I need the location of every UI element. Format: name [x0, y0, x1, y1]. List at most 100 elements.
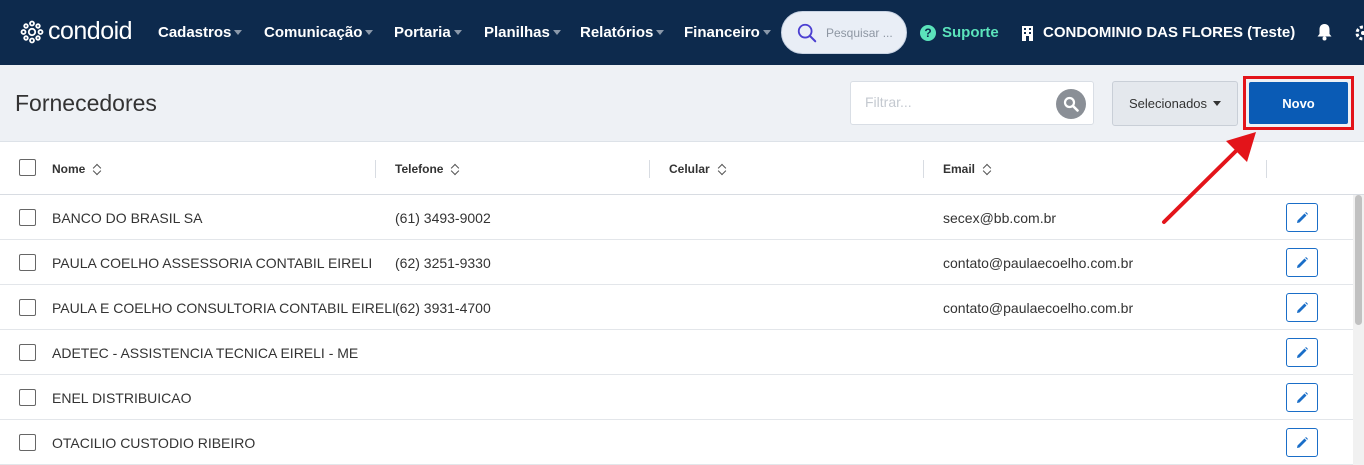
table-row[interactable]: PAULA COELHO ASSESSORIA CONTABIL EIRELI …: [0, 240, 1353, 285]
condominium-name: CONDOMINIO DAS FLORES (Teste): [1043, 24, 1296, 41]
edit-button[interactable]: [1286, 293, 1318, 322]
caret-down-icon: [365, 30, 374, 35]
nav-comunicacao[interactable]: Comunicação: [264, 0, 374, 65]
cell-email: contato@paulaecoelho.com.br: [943, 299, 1134, 316]
global-search[interactable]: [781, 11, 907, 54]
new-button-label: Novo: [1282, 95, 1315, 111]
column-header-celular[interactable]: Celular: [669, 142, 726, 195]
search-icon: [797, 23, 817, 42]
sort-icon: [718, 163, 726, 175]
column-label: Email: [943, 161, 976, 176]
page-header: Fornecedores Selecionados Novo: [0, 65, 1364, 142]
scrollbar-thumb[interactable]: [1355, 195, 1362, 325]
new-supplier-button[interactable]: Novo: [1249, 82, 1348, 124]
column-header-telefone[interactable]: Telefone: [395, 142, 459, 195]
cell-telefone: (62) 3251-9330: [395, 254, 491, 271]
edit-button[interactable]: [1286, 338, 1318, 367]
edit-button[interactable]: [1286, 428, 1318, 457]
row-checkbox[interactable]: [19, 254, 36, 271]
caret-down-icon: [1213, 101, 1222, 106]
column-header-nome[interactable]: Nome: [52, 142, 101, 195]
nav-planilhas[interactable]: Planilhas: [484, 0, 561, 65]
table-row[interactable]: ENEL DISTRIBUICAO: [0, 375, 1353, 420]
cell-email: contato@paulaecoelho.com.br: [943, 254, 1134, 271]
edit-button[interactable]: [1286, 383, 1318, 412]
table-row[interactable]: ADETEC - ASSISTENCIA TECNICA EIRELI - ME: [0, 330, 1353, 375]
nav-relatorios[interactable]: Relatórios: [580, 0, 665, 65]
cell-nome: BANCO DO BRASIL SA: [52, 209, 203, 226]
cell-telefone: (62) 3931-4700: [395, 299, 491, 316]
column-header-email[interactable]: Email: [943, 142, 991, 195]
sort-icon: [451, 163, 459, 175]
column-divider: [923, 160, 924, 178]
nav-portaria[interactable]: Portaria: [394, 0, 462, 65]
filter-box: [850, 81, 1094, 125]
row-checkbox[interactable]: [19, 299, 36, 316]
nav-financeiro[interactable]: Financeiro: [684, 0, 771, 65]
condoid-logo-icon: [20, 20, 44, 43]
cell-email: secex@bb.com.br: [943, 209, 1057, 226]
pencil-icon: [1297, 391, 1308, 403]
nav-label: Planilhas: [484, 24, 550, 41]
condominium-selector[interactable]: CONDOMINIO DAS FLORES (Teste): [1021, 0, 1295, 65]
nav-label: Comunicação: [264, 24, 363, 41]
support-label: Suporte: [942, 24, 999, 41]
brand-logo[interactable]: condoid: [20, 17, 133, 46]
gear-icon[interactable]: [1354, 24, 1364, 42]
edit-button[interactable]: [1286, 203, 1318, 232]
column-label: Nome: [52, 161, 86, 176]
global-search-input[interactable]: [826, 25, 902, 40]
sort-icon: [93, 163, 101, 175]
search-icon: [1063, 96, 1079, 112]
cell-telefone: (61) 3493-9002: [395, 209, 491, 226]
bell-icon[interactable]: [1316, 23, 1333, 41]
selected-actions-dropdown[interactable]: Selecionados: [1112, 81, 1238, 126]
filter-input[interactable]: [865, 94, 1045, 110]
pencil-icon: [1297, 256, 1308, 268]
selected-actions-label: Selecionados: [1128, 96, 1208, 111]
cell-nome: PAULA COELHO ASSESSORIA CONTABIL EIRELI: [52, 254, 373, 271]
nav-label: Relatórios: [580, 24, 654, 41]
cell-nome: PAULA E COELHO CONSULTORIA CONTABIL EIRE…: [52, 299, 396, 316]
top-navbar: condoid Cadastros Comunicação Portaria P…: [0, 0, 1364, 65]
column-divider: [1266, 160, 1267, 178]
page-title: Fornecedores: [15, 90, 157, 116]
caret-down-icon: [552, 30, 561, 35]
row-checkbox[interactable]: [19, 344, 36, 361]
cell-nome: ENEL DISTRIBUICAO: [52, 389, 192, 406]
nav-cadastros[interactable]: Cadastros: [158, 0, 243, 65]
nav-label: Portaria: [394, 24, 451, 41]
help-icon: ?: [920, 24, 936, 41]
highlight-box: Novo: [1243, 76, 1354, 130]
pencil-icon: [1297, 436, 1308, 448]
building-icon: [1022, 25, 1033, 41]
sort-icon: [983, 163, 991, 175]
column-divider: [375, 160, 376, 178]
cell-nome: ADETEC - ASSISTENCIA TECNICA EIRELI - ME: [52, 344, 359, 361]
nav-label: Cadastros: [158, 24, 232, 41]
edit-button[interactable]: [1286, 248, 1318, 277]
table-row[interactable]: PAULA E COELHO CONSULTORIA CONTABIL EIRE…: [0, 285, 1353, 330]
nav-label: Financeiro: [684, 24, 760, 41]
caret-down-icon: [762, 30, 771, 35]
pencil-icon: [1297, 211, 1308, 223]
column-divider: [649, 160, 650, 178]
row-checkbox[interactable]: [19, 389, 36, 406]
vertical-scrollbar[interactable]: [1353, 195, 1364, 465]
filter-search-button[interactable]: [1056, 89, 1086, 119]
cell-nome: OTACILIO CUSTODIO RIBEIRO: [52, 434, 256, 451]
caret-down-icon: [656, 30, 665, 35]
row-checkbox[interactable]: [19, 434, 36, 451]
caret-down-icon: [234, 30, 243, 35]
column-label: Celular: [669, 161, 710, 176]
pencil-icon: [1297, 346, 1308, 358]
table-header: Nome Telefone Celular Email: [0, 142, 1364, 195]
caret-down-icon: [453, 30, 462, 35]
row-checkbox[interactable]: [19, 209, 36, 226]
support-link[interactable]: ? Suporte: [920, 0, 999, 65]
table-row[interactable]: BANCO DO BRASIL SA (61) 3493-9002 secex@…: [0, 195, 1353, 240]
table-row[interactable]: OTACILIO CUSTODIO RIBEIRO: [0, 420, 1353, 465]
select-all-checkbox[interactable]: [19, 159, 36, 176]
pencil-icon: [1297, 301, 1308, 313]
column-label: Telefone: [395, 161, 444, 176]
